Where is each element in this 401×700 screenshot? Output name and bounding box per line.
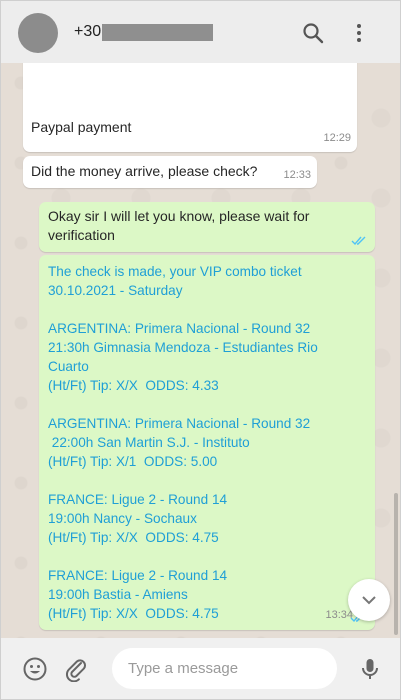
message-bubble-incoming[interactable]: Did the money arrive, please check? 12:3… bbox=[23, 156, 317, 188]
chat-header: +30 bbox=[1, 1, 400, 64]
contact-name[interactable]: +30 bbox=[74, 23, 214, 41]
attach-icon[interactable] bbox=[63, 656, 89, 682]
chat-area[interactable]: Paypal payment 12:29 Did the money arriv… bbox=[1, 63, 400, 638]
ticket-line: FRANCE: Ligue 2 - Round 14 bbox=[48, 568, 228, 583]
message-time: 12:29 bbox=[323, 132, 351, 144]
whatsapp-window: +30 Paypal payment 12:29 Did the money a… bbox=[0, 0, 401, 700]
ticket-message-bubble[interactable]: The check is made, your VIP combo ticket… bbox=[39, 255, 375, 630]
avatar[interactable] bbox=[18, 13, 58, 53]
ticket-line: FRANCE: Ligue 2 - Round 14 bbox=[48, 492, 228, 507]
ticket-line: (Ht/Ft) Tip: X/X ODDS: 4.75 bbox=[48, 606, 219, 621]
microphone-icon[interactable] bbox=[357, 656, 383, 682]
ticket-line: 22:00h San Martin S.J. - Instituto bbox=[48, 435, 250, 450]
composer-bar bbox=[1, 638, 400, 699]
ticket-text: The check is made, your VIP combo ticket… bbox=[48, 262, 318, 623]
message-input[interactable] bbox=[112, 648, 337, 689]
message-time: 12:33 bbox=[283, 169, 311, 181]
redacted-number-block bbox=[102, 23, 214, 41]
message-time: 13:34 bbox=[325, 609, 353, 621]
ticket-line bbox=[48, 471, 318, 490]
ticket-line: 19:00h Bastia - Amiens bbox=[48, 587, 188, 602]
ticket-line: 21:30h Gimnasia Mendoza - Estudiantes Ri… bbox=[48, 340, 318, 355]
ticket-line: ARGENTINA: Primera Nacional - Round 32 bbox=[48, 416, 311, 431]
ticket-line bbox=[48, 300, 318, 319]
chat-scrollbar[interactable] bbox=[394, 493, 398, 635]
ticket-line: 30.10.2021 - Saturday bbox=[48, 283, 183, 298]
ticket-line: (Ht/Ft) Tip: X/X ODDS: 4.33 bbox=[48, 378, 219, 393]
ticket-line: (Ht/Ft) Tip: X/1 ODDS: 5.00 bbox=[48, 454, 218, 469]
chevron-down-icon bbox=[362, 596, 376, 605]
contact-number: +30 bbox=[74, 23, 102, 40]
ticket-line: 19:00h Nancy - Sochaux bbox=[48, 511, 197, 526]
ticket-line bbox=[48, 395, 318, 414]
search-icon[interactable] bbox=[301, 21, 325, 45]
read-receipt-icon bbox=[351, 236, 366, 246]
ticket-line bbox=[48, 547, 318, 566]
message-bubble-incoming[interactable]: Paypal payment 12:29 bbox=[23, 63, 357, 152]
ticket-line: (Ht/Ft) Tip: X/X ODDS: 4.75 bbox=[48, 530, 219, 545]
message-bubble-outgoing[interactable]: Okay sir I will let you know, please wai… bbox=[39, 202, 375, 252]
menu-icon[interactable] bbox=[347, 21, 371, 45]
message-text: Okay sir I will let you know, please wai… bbox=[48, 208, 310, 243]
emoji-icon[interactable] bbox=[22, 656, 48, 682]
message-text: Did the money arrive, please check? bbox=[31, 163, 258, 179]
ticket-line: ARGENTINA: Primera Nacional - Round 32 bbox=[48, 321, 311, 336]
ticket-line: Cuarto bbox=[48, 359, 89, 374]
scroll-to-bottom-button[interactable] bbox=[348, 579, 390, 621]
message-text: Paypal payment bbox=[31, 119, 132, 135]
ticket-line: The check is made, your VIP combo ticket bbox=[48, 264, 302, 279]
